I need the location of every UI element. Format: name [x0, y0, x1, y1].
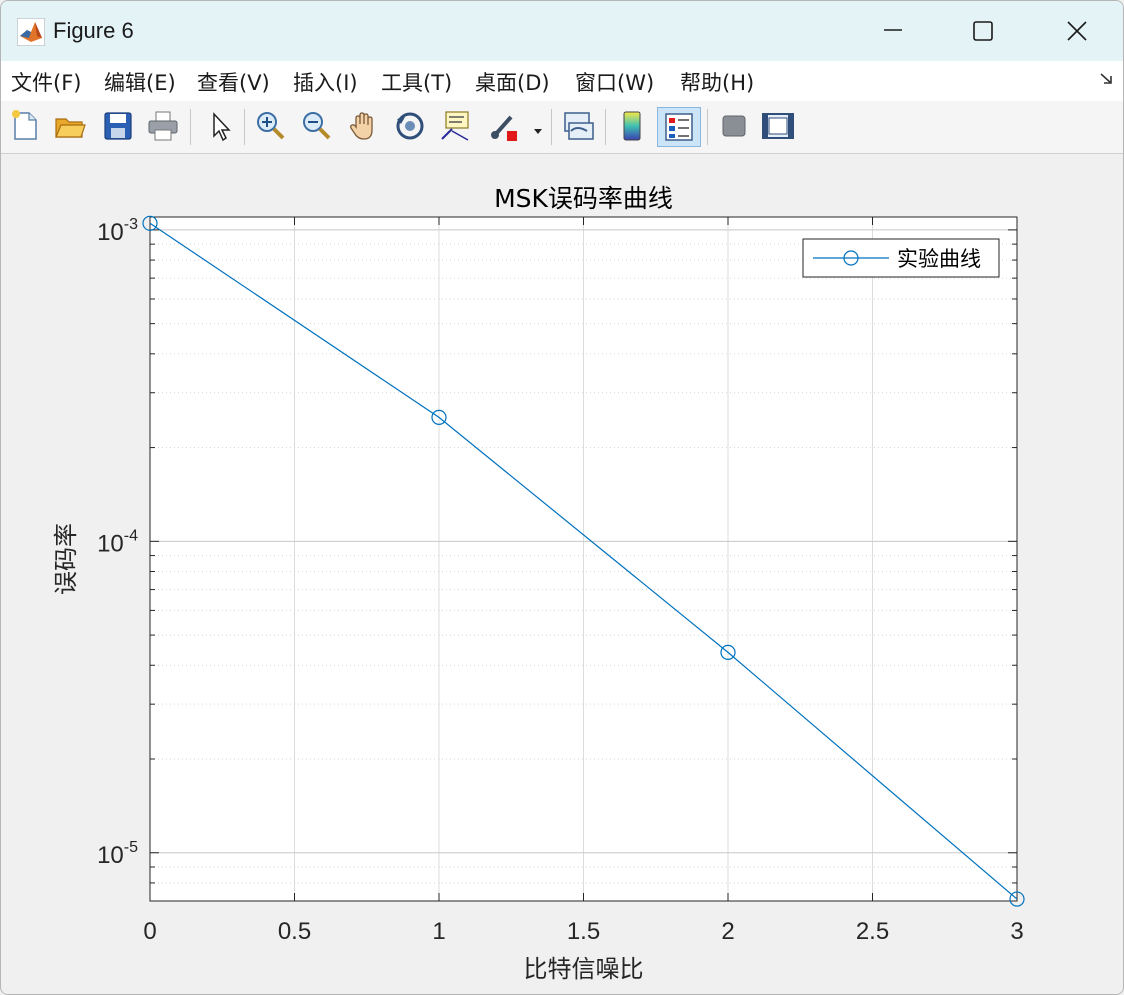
new-figure-icon	[12, 110, 37, 140]
dock-arrow-icon[interactable]	[1099, 71, 1115, 87]
y-axis-label: 误码率	[52, 523, 80, 595]
y-tick-label: 10-4	[97, 527, 138, 557]
colorbar-icon	[623, 111, 641, 141]
zoom-out-button[interactable]	[299, 109, 333, 143]
x-tick-label: 0.5	[278, 918, 311, 945]
x-tick-label: 2	[721, 918, 734, 945]
close-icon	[1067, 21, 1087, 41]
menu-edit[interactable]: 编辑(E)	[104, 67, 176, 97]
figure-window: Figure 6 文件(F) 编辑(E) 查看(V) 插入(I) 工具(T) 桌…	[0, 0, 1124, 995]
colorbar-button[interactable]	[615, 109, 649, 143]
zoom-in-icon	[257, 112, 285, 140]
x-tick-label: 1	[432, 918, 445, 945]
pan-hand-icon	[350, 112, 373, 140]
zoom-in-button[interactable]	[253, 109, 287, 143]
rotate-3d-icon	[396, 112, 424, 140]
menu-file[interactable]: 文件(F)	[11, 67, 81, 97]
close-button[interactable]	[1031, 1, 1123, 61]
menu-tools[interactable]: 工具(T)	[381, 67, 452, 97]
hide-plot-tools-button[interactable]	[717, 109, 751, 143]
chevron-down-icon	[534, 129, 542, 134]
x-tick-label: 3	[1010, 918, 1023, 945]
open-file-button[interactable]	[53, 109, 87, 143]
edit-plot-arrow-icon	[213, 112, 231, 142]
print-button[interactable]	[146, 109, 180, 143]
zoom-out-icon	[303, 112, 331, 140]
brush-dropdown-arrow[interactable]	[532, 121, 544, 140]
toolbar	[1, 101, 1123, 154]
hide-plot-tools-icon	[722, 115, 746, 137]
legend-entry-label: 实验曲线	[897, 247, 981, 271]
window-title: Figure 6	[53, 18, 134, 43]
menu-bar: 文件(F) 编辑(E) 查看(V) 插入(I) 工具(T) 桌面(D) 窗口(W…	[1, 61, 1123, 101]
data-cursor-icon	[441, 111, 469, 141]
menu-help[interactable]: 帮助(H)	[680, 67, 754, 97]
rotate-3d-button[interactable]	[393, 109, 427, 143]
save-icon	[104, 112, 132, 140]
x-axis-label: 比特信噪比	[524, 955, 644, 983]
toolbar-separator	[551, 109, 552, 145]
legend-button[interactable]	[657, 107, 701, 147]
save-button[interactable]	[101, 109, 135, 143]
title-bar[interactable]: Figure 6	[1, 1, 1123, 61]
menu-window[interactable]: 窗口(W)	[575, 67, 654, 97]
chart-title: MSK误码率曲线	[494, 184, 673, 213]
x-tick-label: 2.5	[856, 918, 889, 945]
menu-insert[interactable]: 插入(I)	[293, 67, 358, 97]
maximize-button[interactable]	[937, 1, 1029, 61]
y-tick-label: 10-5	[97, 839, 138, 869]
menu-view[interactable]: 查看(V)	[197, 67, 270, 97]
minimize-icon	[884, 29, 902, 31]
menu-desktop[interactable]: 桌面(D)	[475, 67, 550, 97]
legend[interactable]: 实验曲线	[802, 238, 1000, 278]
toolbar-separator	[244, 109, 245, 145]
show-plot-tools-icon	[762, 113, 794, 139]
brush-icon	[491, 115, 517, 141]
minimize-button[interactable]	[847, 1, 939, 61]
legend-icon	[665, 113, 693, 141]
x-tick-label: 1.5	[567, 918, 600, 945]
x-tick-label: 0	[143, 918, 156, 945]
link-plot-button[interactable]	[561, 109, 595, 143]
pan-button[interactable]	[347, 109, 381, 143]
figure-canvas[interactable]: 0 0.5 1 1.5 2 2.5 3 10-3 10-4 10-5 MSK误码率曲线 比特信噪比…	[2, 154, 1123, 994]
brush-button[interactable]	[487, 109, 521, 143]
new-figure-button[interactable]	[9, 109, 43, 143]
msk-ber-chart: 0 0.5 1 1.5 2 2.5 3 10-3 10-4 10-5 MSK误码率曲线 比特信噪比…	[52, 184, 1025, 983]
matlab-logo-icon	[17, 18, 45, 46]
maximize-icon	[973, 21, 993, 41]
toolbar-separator	[190, 109, 191, 145]
toolbar-separator	[605, 109, 606, 145]
link-plot-icon	[564, 112, 594, 140]
print-icon	[148, 111, 178, 141]
toolbar-separator	[707, 109, 708, 145]
edit-plot-button[interactable]	[203, 109, 237, 143]
show-plot-tools-button[interactable]	[761, 109, 795, 143]
data-cursor-button[interactable]	[438, 109, 472, 143]
y-tick-label: 10-3	[97, 216, 138, 246]
open-file-icon	[55, 118, 86, 138]
